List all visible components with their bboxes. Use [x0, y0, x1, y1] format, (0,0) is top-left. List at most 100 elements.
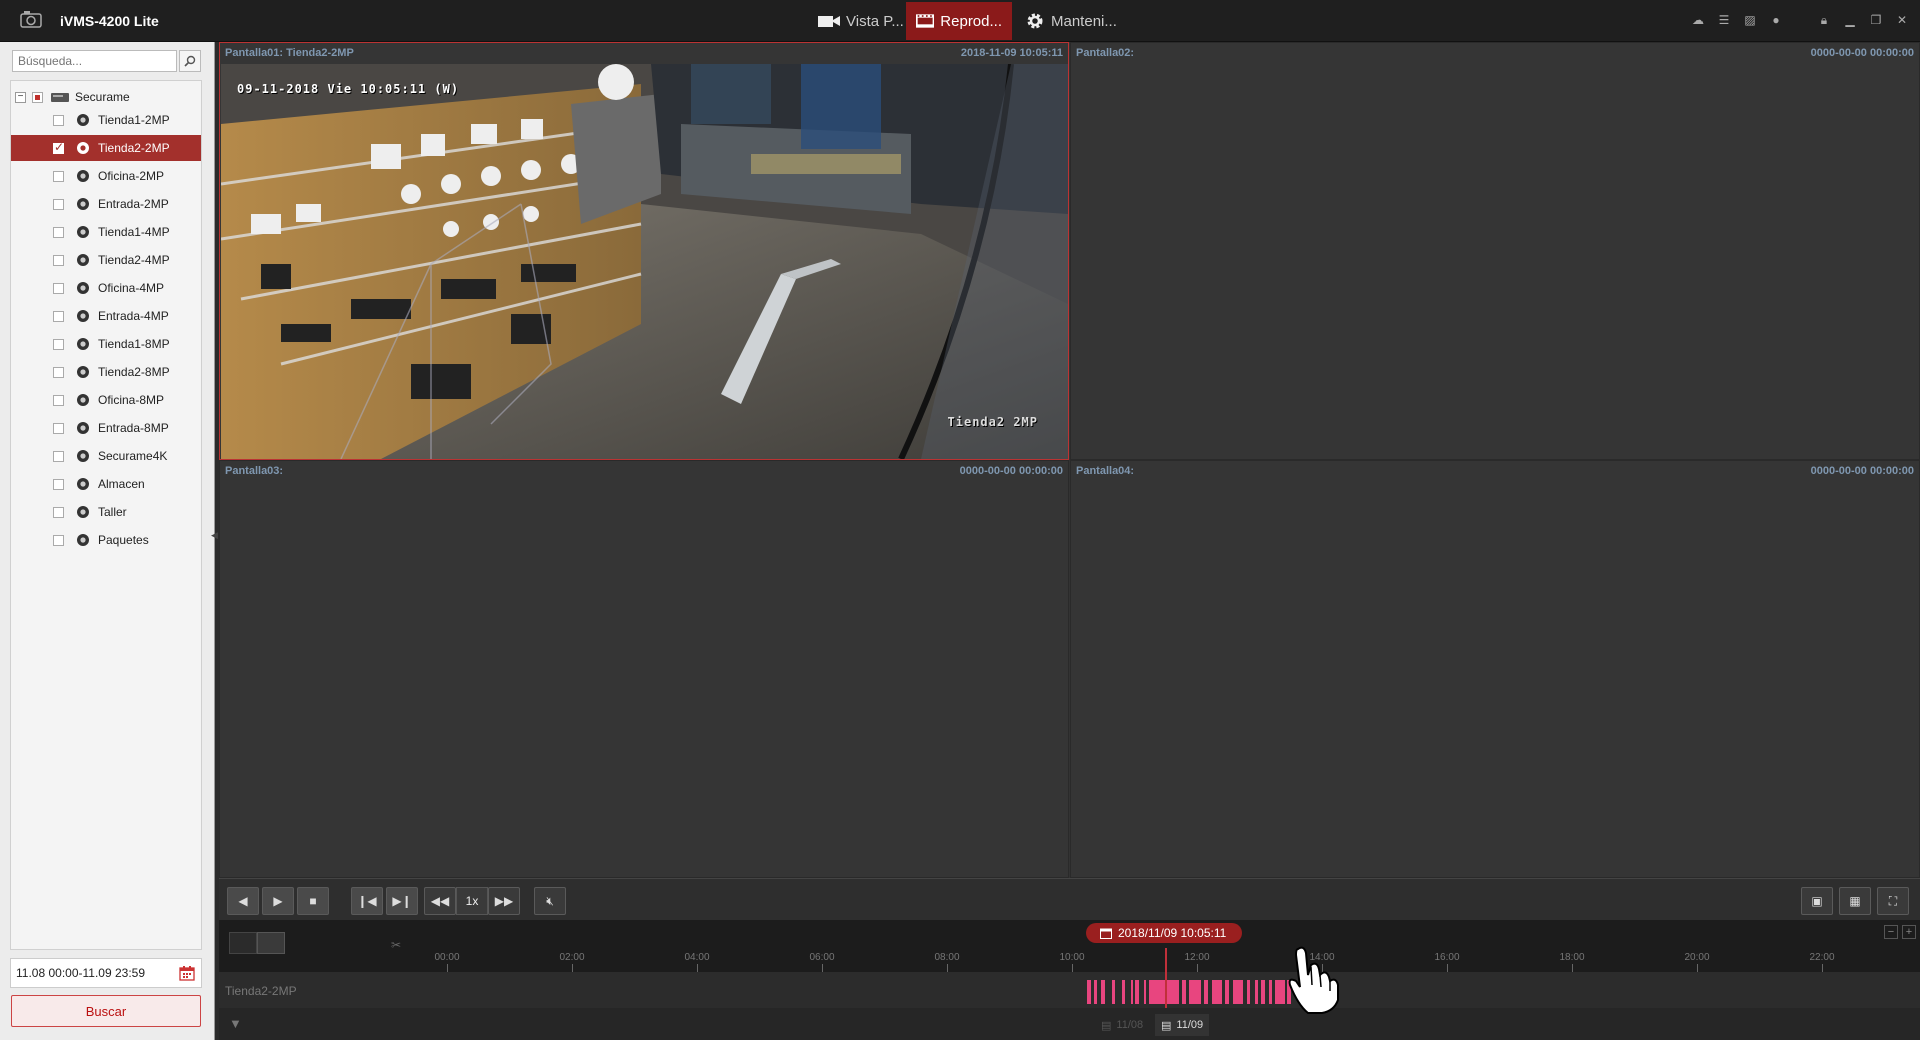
camera-checkbox[interactable]	[53, 198, 64, 210]
video-frame[interactable]: 09-11-2018 Vie 10:05:11 (W) Tienda2 2MP	[221, 64, 1068, 459]
tree-camera-item[interactable]: Entrada-2MP	[11, 191, 201, 217]
tree-camera-item[interactable]: Taller	[11, 499, 201, 525]
close-icon[interactable]: ✕	[1894, 12, 1910, 28]
tree-camera-item[interactable]: Tienda2-2MP	[11, 135, 201, 161]
frame-back-button[interactable]: ❙◀	[351, 887, 383, 915]
recording-segment[interactable]	[1269, 980, 1272, 1004]
recording-segment[interactable]	[1149, 980, 1179, 1004]
camera-checkbox[interactable]	[53, 534, 64, 546]
camera-checkbox[interactable]	[53, 114, 64, 126]
timeline-mode-a-button[interactable]	[229, 932, 257, 954]
layout-button[interactable]: ▦	[1839, 887, 1871, 915]
recording-segment[interactable]	[1189, 980, 1201, 1004]
recording-segment[interactable]	[1182, 980, 1186, 1004]
tree-camera-item[interactable]: Securame4K	[11, 443, 201, 469]
pane-timestamp: 2018-11-09 10:05:11	[960, 47, 1063, 59]
camera-checkbox[interactable]	[53, 450, 64, 462]
zoom-out-button[interactable]: −	[1884, 925, 1898, 939]
recording-segment[interactable]	[1122, 980, 1125, 1004]
filter-icon[interactable]: ▼	[229, 1016, 242, 1031]
tab-live-view[interactable]: Vista P...	[808, 2, 914, 40]
camera-checkbox[interactable]	[53, 338, 64, 350]
minimize-icon[interactable]: ▁	[1842, 12, 1858, 28]
stop-button[interactable]: ■	[297, 887, 329, 915]
tree-camera-item[interactable]: Oficina-4MP	[11, 275, 201, 301]
camera-checkbox[interactable]	[53, 310, 64, 322]
recording-segment[interactable]	[1261, 980, 1265, 1004]
collapse-icon[interactable]: −	[15, 91, 26, 103]
day-current-button[interactable]: ▤ 11/09	[1155, 1014, 1210, 1036]
timeline-track[interactable]: Tienda2-2MP	[219, 972, 1920, 1008]
clip-icon[interactable]: ✂	[391, 938, 401, 952]
recording-segment[interactable]	[1247, 980, 1250, 1004]
timeline-playhead[interactable]	[1165, 948, 1167, 1008]
user-icon[interactable]: ●	[1768, 12, 1784, 28]
recording-segment[interactable]	[1204, 980, 1208, 1004]
timeline-mode-b-button[interactable]	[257, 932, 285, 954]
slow-down-button[interactable]: ◀◀	[424, 887, 456, 915]
zoom-in-button[interactable]: +	[1902, 925, 1916, 939]
recording-segments[interactable]	[219, 980, 1920, 1004]
fullscreen-button[interactable]: ⛶	[1877, 887, 1909, 915]
camera-checkbox[interactable]	[53, 226, 64, 238]
tree-camera-item[interactable]: Tienda1-2MP	[11, 107, 201, 133]
tree-camera-item[interactable]: Tienda1-8MP	[11, 331, 201, 357]
play-button[interactable]: ▶	[262, 887, 294, 915]
recording-segment[interactable]	[1094, 980, 1097, 1004]
tree-camera-item[interactable]: Entrada-4MP	[11, 303, 201, 329]
recording-segment[interactable]	[1255, 980, 1258, 1004]
recording-segment[interactable]	[1131, 980, 1133, 1004]
recording-segment[interactable]	[1135, 980, 1139, 1004]
lock-icon[interactable]: 🔒︎	[1816, 12, 1832, 28]
tree-camera-item[interactable]: Oficina-2MP	[11, 163, 201, 189]
restore-icon[interactable]: ❐	[1868, 12, 1884, 28]
root-checkbox[interactable]	[32, 91, 43, 103]
activity-icon[interactable]: ▨	[1742, 12, 1758, 28]
day-prev-button[interactable]: ▤ 11/08	[1095, 1014, 1149, 1036]
recording-segment[interactable]	[1225, 980, 1229, 1004]
calendar-icon[interactable]	[179, 965, 195, 981]
recording-segment[interactable]	[1101, 980, 1105, 1004]
tree-camera-item[interactable]: Entrada-8MP	[11, 415, 201, 441]
tree-camera-item[interactable]: Tienda2-4MP	[11, 247, 201, 273]
search-submit-button[interactable]: Buscar	[11, 995, 201, 1027]
tab-playback[interactable]: Reprod...	[906, 2, 1012, 40]
camera-checkbox[interactable]	[53, 394, 64, 406]
recording-segment[interactable]	[1144, 980, 1146, 1004]
camera-checkbox[interactable]	[53, 282, 64, 294]
recording-segment[interactable]	[1087, 980, 1091, 1004]
recording-segment[interactable]	[1212, 980, 1222, 1004]
tree-camera-item[interactable]: Almacen	[11, 471, 201, 497]
frame-forward-button[interactable]: ▶❙	[386, 887, 418, 915]
search-button-small[interactable]	[179, 50, 201, 72]
tree-camera-item[interactable]: Tienda1-4MP	[11, 219, 201, 245]
recording-segment[interactable]	[1112, 980, 1115, 1004]
tree-camera-item[interactable]: Oficina-8MP	[11, 387, 201, 413]
tree-root[interactable]: − Securame	[15, 87, 130, 107]
playback-window-1[interactable]: Pantalla01: Tienda2-2MP 2018-11-09 10:05…	[219, 42, 1069, 460]
current-time-badge[interactable]: 2018/11/09 10:05:11	[1086, 923, 1243, 943]
playback-window-4[interactable]: Pantalla04: 0000-00-00 00:00:00	[1070, 460, 1920, 878]
cloud-icon[interactable]: ☁	[1690, 12, 1706, 28]
camera-checkbox[interactable]	[53, 140, 64, 154]
camera-checkbox[interactable]	[53, 506, 64, 518]
camera-checkbox[interactable]	[53, 254, 64, 266]
camera-checkbox[interactable]	[53, 478, 64, 490]
camera-download-button[interactable]: ▣	[1801, 887, 1833, 915]
time-range-field[interactable]: 11.08 00:00-11.09 23:59	[10, 958, 202, 988]
camera-checkbox[interactable]	[53, 422, 64, 434]
tree-camera-item[interactable]: Paquetes	[11, 527, 201, 553]
reverse-play-button[interactable]: ◀	[227, 887, 259, 915]
playback-window-3[interactable]: Pantalla03: 0000-00-00 00:00:00	[219, 460, 1069, 878]
volume-button[interactable]: 🔇︎	[534, 887, 566, 915]
camera-checkbox[interactable]	[53, 170, 64, 182]
search-input[interactable]	[12, 50, 177, 72]
speed-up-button[interactable]: ▶▶	[488, 887, 520, 915]
camera-checkbox[interactable]	[53, 366, 64, 378]
collapse-panel-handle[interactable]: ◀	[211, 530, 218, 542]
tree-camera-item[interactable]: Tienda2-8MP	[11, 359, 201, 385]
list-icon[interactable]: ☰	[1716, 12, 1732, 28]
tab-maintenance[interactable]: Manteni...	[1015, 2, 1127, 40]
playback-window-2[interactable]: Pantalla02: 0000-00-00 00:00:00	[1070, 42, 1920, 460]
recording-segment[interactable]	[1233, 980, 1243, 1004]
